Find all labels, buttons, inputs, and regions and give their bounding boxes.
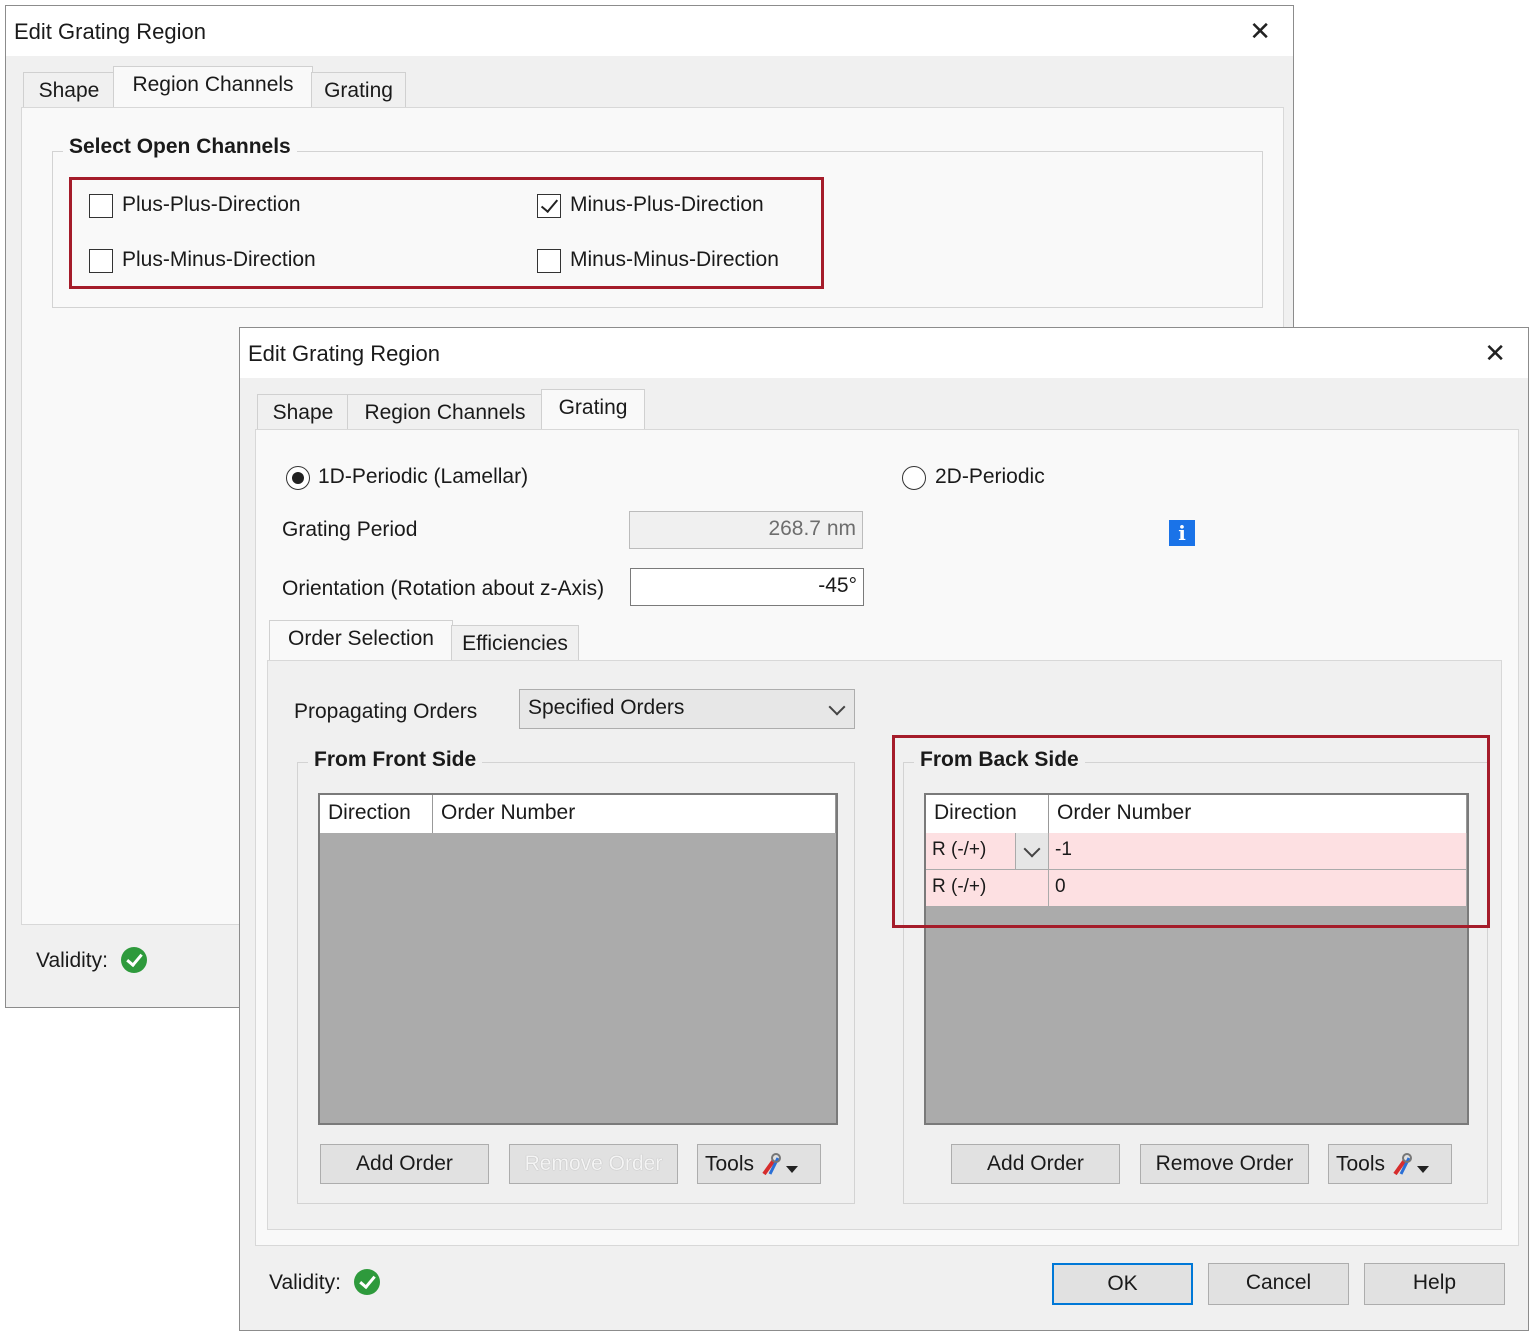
2d-periodic-radio[interactable] <box>902 466 926 490</box>
subtab-order-selection[interactable]: Order Selection <box>269 620 453 660</box>
front-dialog: Edit Grating Region ✕ Shape Region Chann… <box>239 327 1529 1331</box>
back-validity-label: Validity: <box>36 949 108 972</box>
grating-period-label: Grating Period <box>282 518 418 541</box>
front-tab-region-channels[interactable]: Region Channels <box>347 394 543 430</box>
back-remove-order-button[interactable]: Remove Order <box>1140 1144 1309 1184</box>
minus-minus-checkbox[interactable] <box>537 249 561 273</box>
front-side-group: From Front Side Direction Order Number A… <box>297 748 855 1204</box>
front-dialog-title: Edit Grating Region <box>248 341 440 366</box>
front-col-direction[interactable]: Direction <box>320 795 433 833</box>
front-titlebar: Edit Grating Region ✕ <box>240 328 1528 378</box>
cancel-button[interactable]: Cancel <box>1208 1263 1349 1305</box>
front-add-order-button[interactable]: Add Order <box>320 1144 489 1184</box>
front-side-label: From Front Side <box>308 748 483 772</box>
front-tools-button[interactable]: Tools <box>697 1144 821 1184</box>
back-add-order-button[interactable]: Add Order <box>951 1144 1120 1184</box>
1d-periodic-radio[interactable] <box>286 466 310 490</box>
propagating-orders-label: Propagating Orders <box>294 700 478 723</box>
select-open-channels-label: Select Open Channels <box>63 135 297 159</box>
plus-plus-label: Plus-Plus-Direction <box>122 193 301 216</box>
subtab-efficiencies[interactable]: Efficiencies <box>451 625 579 661</box>
back-side-highlight-box <box>892 735 1490 928</box>
propagating-orders-select[interactable]: Specified Orders <box>519 689 855 729</box>
minus-plus-label: Minus-Plus-Direction <box>570 193 764 216</box>
back-tab-grating[interactable]: Grating <box>311 72 406 108</box>
orientation-label: Orientation (Rotation about z-Axis) <box>282 577 605 600</box>
tools-icon <box>1393 1153 1429 1176</box>
plus-plus-checkbox[interactable] <box>89 194 113 218</box>
plus-minus-checkbox[interactable] <box>89 249 113 273</box>
info-icon[interactable]: i <box>1169 520 1195 546</box>
back-titlebar: Edit Grating Region ✕ <box>6 6 1293 56</box>
back-validity-check-icon <box>121 947 147 973</box>
front-remove-order-button: Remove Order <box>509 1144 678 1184</box>
back-tab-region-channels[interactable]: Region Channels <box>113 66 313 108</box>
minus-plus-checkbox[interactable] <box>537 194 561 218</box>
help-button[interactable]: Help <box>1364 1263 1505 1305</box>
chevron-down-icon <box>828 698 846 716</box>
front-side-table[interactable]: Direction Order Number <box>318 793 838 1125</box>
front-col-order-number[interactable]: Order Number <box>433 795 836 833</box>
tools-icon <box>762 1153 798 1176</box>
front-validity-check-icon <box>354 1269 380 1295</box>
grating-period-field: 268.7 nm <box>629 511 863 549</box>
2d-periodic-label: 2D-Periodic <box>935 465 1045 488</box>
plus-minus-label: Plus-Minus-Direction <box>122 248 316 271</box>
back-close-icon[interactable]: ✕ <box>1249 16 1271 47</box>
orientation-input[interactable]: -45° <box>630 568 864 606</box>
ok-button[interactable]: OK <box>1052 1263 1193 1305</box>
1d-periodic-label: 1D-Periodic (Lamellar) <box>318 465 529 488</box>
minus-minus-label: Minus-Minus-Direction <box>570 248 779 271</box>
front-tab-shape[interactable]: Shape <box>257 394 349 430</box>
back-dialog-title: Edit Grating Region <box>14 19 206 44</box>
front-validity-label: Validity: <box>269 1271 341 1294</box>
front-close-icon[interactable]: ✕ <box>1484 338 1506 369</box>
front-tab-grating[interactable]: Grating <box>541 389 645 431</box>
back-tab-shape[interactable]: Shape <box>23 72 115 108</box>
back-tools-button[interactable]: Tools <box>1328 1144 1452 1184</box>
